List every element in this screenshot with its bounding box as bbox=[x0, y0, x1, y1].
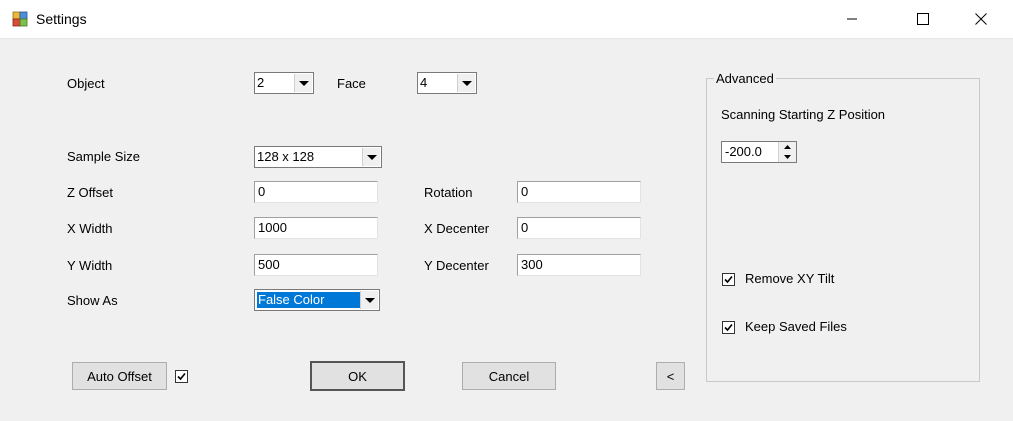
show-as-select-value: False Color bbox=[257, 292, 360, 308]
scan-z-spinner[interactable]: -200.0 bbox=[721, 141, 797, 163]
x-decenter-label: X Decenter bbox=[424, 221, 490, 236]
chevron-down-icon[interactable] bbox=[457, 74, 475, 92]
y-width-field[interactable]: 500 bbox=[254, 254, 378, 276]
sample-size-select[interactable]: 128 x 128 bbox=[254, 146, 382, 168]
x-decenter-field[interactable]: 0 bbox=[517, 217, 641, 239]
z-offset-label: Z Offset bbox=[67, 185, 113, 200]
collapse-advanced-button[interactable]: < bbox=[656, 362, 685, 390]
app-icon bbox=[12, 11, 28, 27]
minimize-button[interactable] bbox=[829, 0, 875, 38]
auto-offset-button[interactable]: Auto Offset bbox=[72, 362, 167, 390]
object-select[interactable]: 2 bbox=[254, 72, 314, 94]
object-label: Object bbox=[67, 76, 105, 91]
keep-saved-files-label[interactable]: Keep Saved Files bbox=[745, 319, 847, 334]
z-offset-field[interactable]: 0 bbox=[254, 181, 378, 203]
object-select-value: 2 bbox=[257, 75, 265, 90]
y-decenter-label: Y Decenter bbox=[424, 258, 489, 273]
chevron-down-icon[interactable] bbox=[360, 291, 378, 309]
check-icon bbox=[724, 323, 733, 332]
maximize-button[interactable] bbox=[900, 0, 946, 38]
chevron-down-icon[interactable] bbox=[362, 148, 380, 166]
sample-size-select-value: 128 x 128 bbox=[257, 149, 315, 164]
sample-size-label: Sample Size bbox=[67, 149, 140, 164]
cancel-button[interactable]: Cancel bbox=[462, 362, 556, 390]
close-button[interactable] bbox=[958, 0, 1004, 38]
spinner-down-icon[interactable] bbox=[778, 152, 796, 162]
y-width-label: Y Width bbox=[67, 258, 113, 273]
remove-xy-tilt-checkbox[interactable] bbox=[722, 273, 735, 286]
ok-button[interactable]: OK bbox=[310, 361, 405, 391]
x-width-field[interactable]: 1000 bbox=[254, 217, 378, 239]
x-width-label: X Width bbox=[67, 221, 113, 236]
advanced-group bbox=[706, 78, 980, 382]
minimize-icon bbox=[847, 18, 857, 20]
rotation-label: Rotation bbox=[424, 185, 473, 200]
show-as-select[interactable]: False Color bbox=[254, 289, 380, 311]
window-title: Settings bbox=[36, 11, 87, 27]
scan-z-value: -200.0 bbox=[725, 144, 762, 159]
y-decenter-field[interactable]: 300 bbox=[517, 254, 641, 276]
close-icon bbox=[975, 13, 987, 25]
chevron-down-icon[interactable] bbox=[294, 74, 312, 92]
maximize-icon bbox=[917, 13, 929, 25]
advanced-group-title: Advanced bbox=[714, 71, 776, 86]
show-as-label: Show As bbox=[67, 293, 118, 308]
face-label: Face bbox=[337, 76, 366, 91]
auto-offset-checkbox[interactable] bbox=[175, 370, 188, 383]
scan-z-label: Scanning Starting Z Position bbox=[721, 107, 886, 122]
keep-saved-files-checkbox[interactable] bbox=[722, 321, 735, 334]
face-select[interactable]: 4 bbox=[417, 72, 477, 94]
face-select-value: 4 bbox=[420, 75, 428, 90]
check-icon bbox=[177, 372, 186, 381]
remove-xy-tilt-label[interactable]: Remove XY Tilt bbox=[745, 271, 834, 286]
check-icon bbox=[724, 275, 733, 284]
rotation-field[interactable]: 0 bbox=[517, 181, 641, 203]
